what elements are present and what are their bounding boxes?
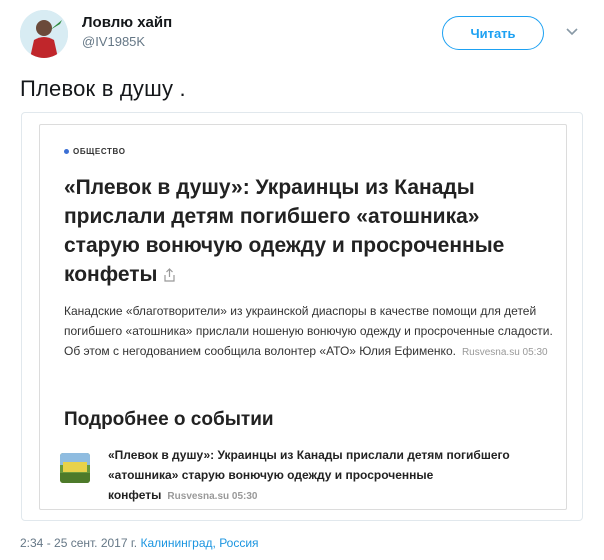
category-dot-icon xyxy=(64,149,69,154)
tweet-location[interactable]: Калининград, Россия xyxy=(140,536,258,550)
tweet-header: Ловлю хайп @IV1985K Читать xyxy=(20,10,584,60)
article-card[interactable]: ОБЩЕСТВО «Плевок в душу»: Украинцы из Ка… xyxy=(21,112,583,521)
chevron-down-icon[interactable] xyxy=(565,24,579,38)
tweet-timestamp: 2:34 - 25 сент. 2017 г. Калининград, Рос… xyxy=(20,536,259,550)
related-source: Rusvesna.su 05:30 xyxy=(167,491,258,502)
avatar[interactable] xyxy=(20,10,68,58)
follow-button[interactable]: Читать xyxy=(442,16,544,50)
more-heading: Подробнее о событии xyxy=(64,409,274,430)
user-handle[interactable]: @IV1985K xyxy=(82,34,145,49)
category-label[interactable]: ОБЩЕСТВО xyxy=(64,147,126,156)
tweet-text: Плевок в душу . xyxy=(20,76,186,101)
share-icon[interactable] xyxy=(163,268,176,283)
tweet-time[interactable]: 2:34 - 25 сент. 2017 г. xyxy=(20,536,137,550)
related-thumbnail[interactable] xyxy=(60,453,90,483)
article-headline[interactable]: «Плевок в душу»: Украинцы из Канады прис… xyxy=(64,173,554,289)
lede-source: Rusvesna.su 05:30 xyxy=(461,347,548,358)
related-article-link[interactable]: «Плевок в душу»: Украинцы из Канады прис… xyxy=(108,445,548,507)
headline-text: «Плевок в душу»: Украинцы из Канады прис… xyxy=(64,176,505,286)
display-name[interactable]: Ловлю хайп xyxy=(82,14,172,31)
category-text: ОБЩЕСТВО xyxy=(73,147,126,156)
article-preview: ОБЩЕСТВО «Плевок в душу»: Украинцы из Ка… xyxy=(39,124,567,510)
article-lede: Канадские «благотворители» из украинской… xyxy=(64,301,564,363)
